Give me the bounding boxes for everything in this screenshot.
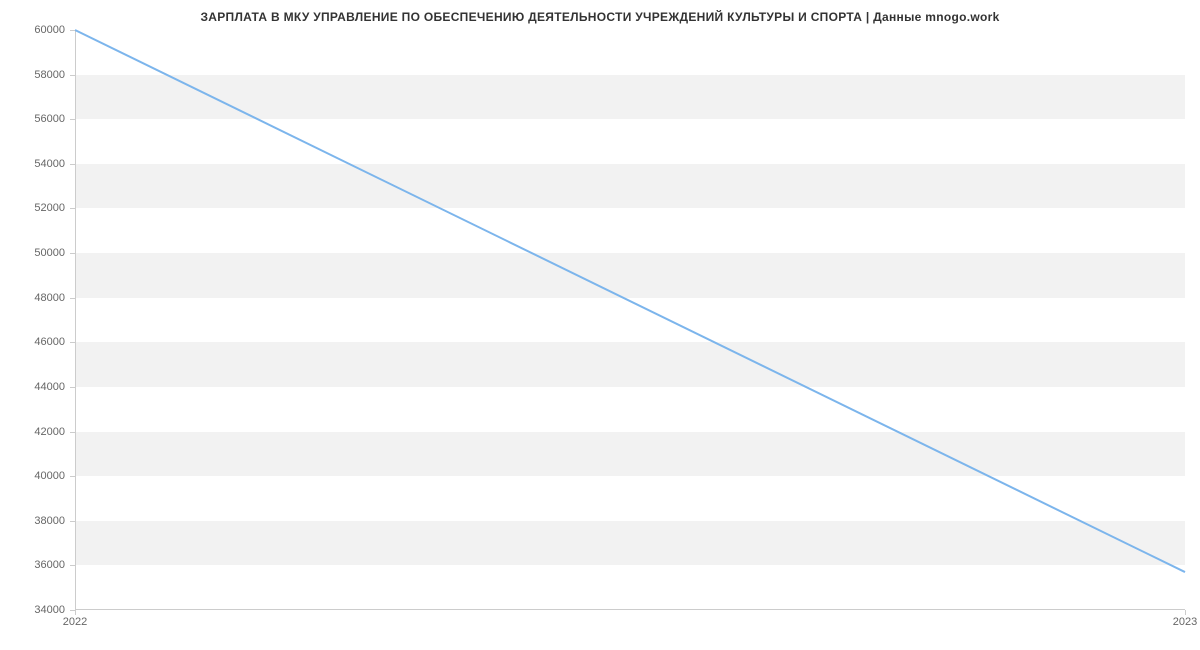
y-tick	[70, 119, 75, 120]
x-axis-tick-label: 2023	[1173, 616, 1197, 628]
y-axis-tick-label: 58000	[15, 69, 65, 81]
y-axis-tick-label: 52000	[15, 202, 65, 214]
y-axis-tick-label: 60000	[15, 24, 65, 36]
data-line	[75, 30, 1185, 572]
y-axis-tick-label: 56000	[15, 113, 65, 125]
y-tick	[70, 75, 75, 76]
y-axis-tick-label: 46000	[15, 336, 65, 348]
x-tick	[75, 610, 76, 615]
y-axis-tick-label: 44000	[15, 381, 65, 393]
y-tick	[70, 253, 75, 254]
x-axis-tick-label: 2022	[63, 616, 87, 628]
y-tick	[70, 432, 75, 433]
y-axis-tick-label: 48000	[15, 292, 65, 304]
y-tick	[70, 30, 75, 31]
y-axis-tick-label: 40000	[15, 470, 65, 482]
y-tick	[70, 298, 75, 299]
y-axis-tick-label: 50000	[15, 247, 65, 259]
y-tick	[70, 565, 75, 566]
y-tick	[70, 387, 75, 388]
chart-line-svg	[75, 30, 1185, 610]
y-tick	[70, 208, 75, 209]
plot-area: 3400036000380004000042000440004600048000…	[75, 30, 1185, 610]
y-axis-tick-label: 42000	[15, 426, 65, 438]
y-axis-tick-label: 38000	[15, 515, 65, 527]
y-axis-tick-label: 36000	[15, 559, 65, 571]
y-tick	[70, 342, 75, 343]
chart-container: ЗАРПЛАТА В МКУ УПРАВЛЕНИЕ ПО ОБЕСПЕЧЕНИЮ…	[0, 0, 1200, 650]
y-axis-tick-label: 54000	[15, 158, 65, 170]
chart-title: ЗАРПЛАТА В МКУ УПРАВЛЕНИЕ ПО ОБЕСПЕЧЕНИЮ…	[0, 0, 1200, 24]
y-tick	[70, 476, 75, 477]
x-tick	[1185, 610, 1186, 615]
y-tick	[70, 521, 75, 522]
y-axis-tick-label: 34000	[15, 604, 65, 616]
y-tick	[70, 164, 75, 165]
